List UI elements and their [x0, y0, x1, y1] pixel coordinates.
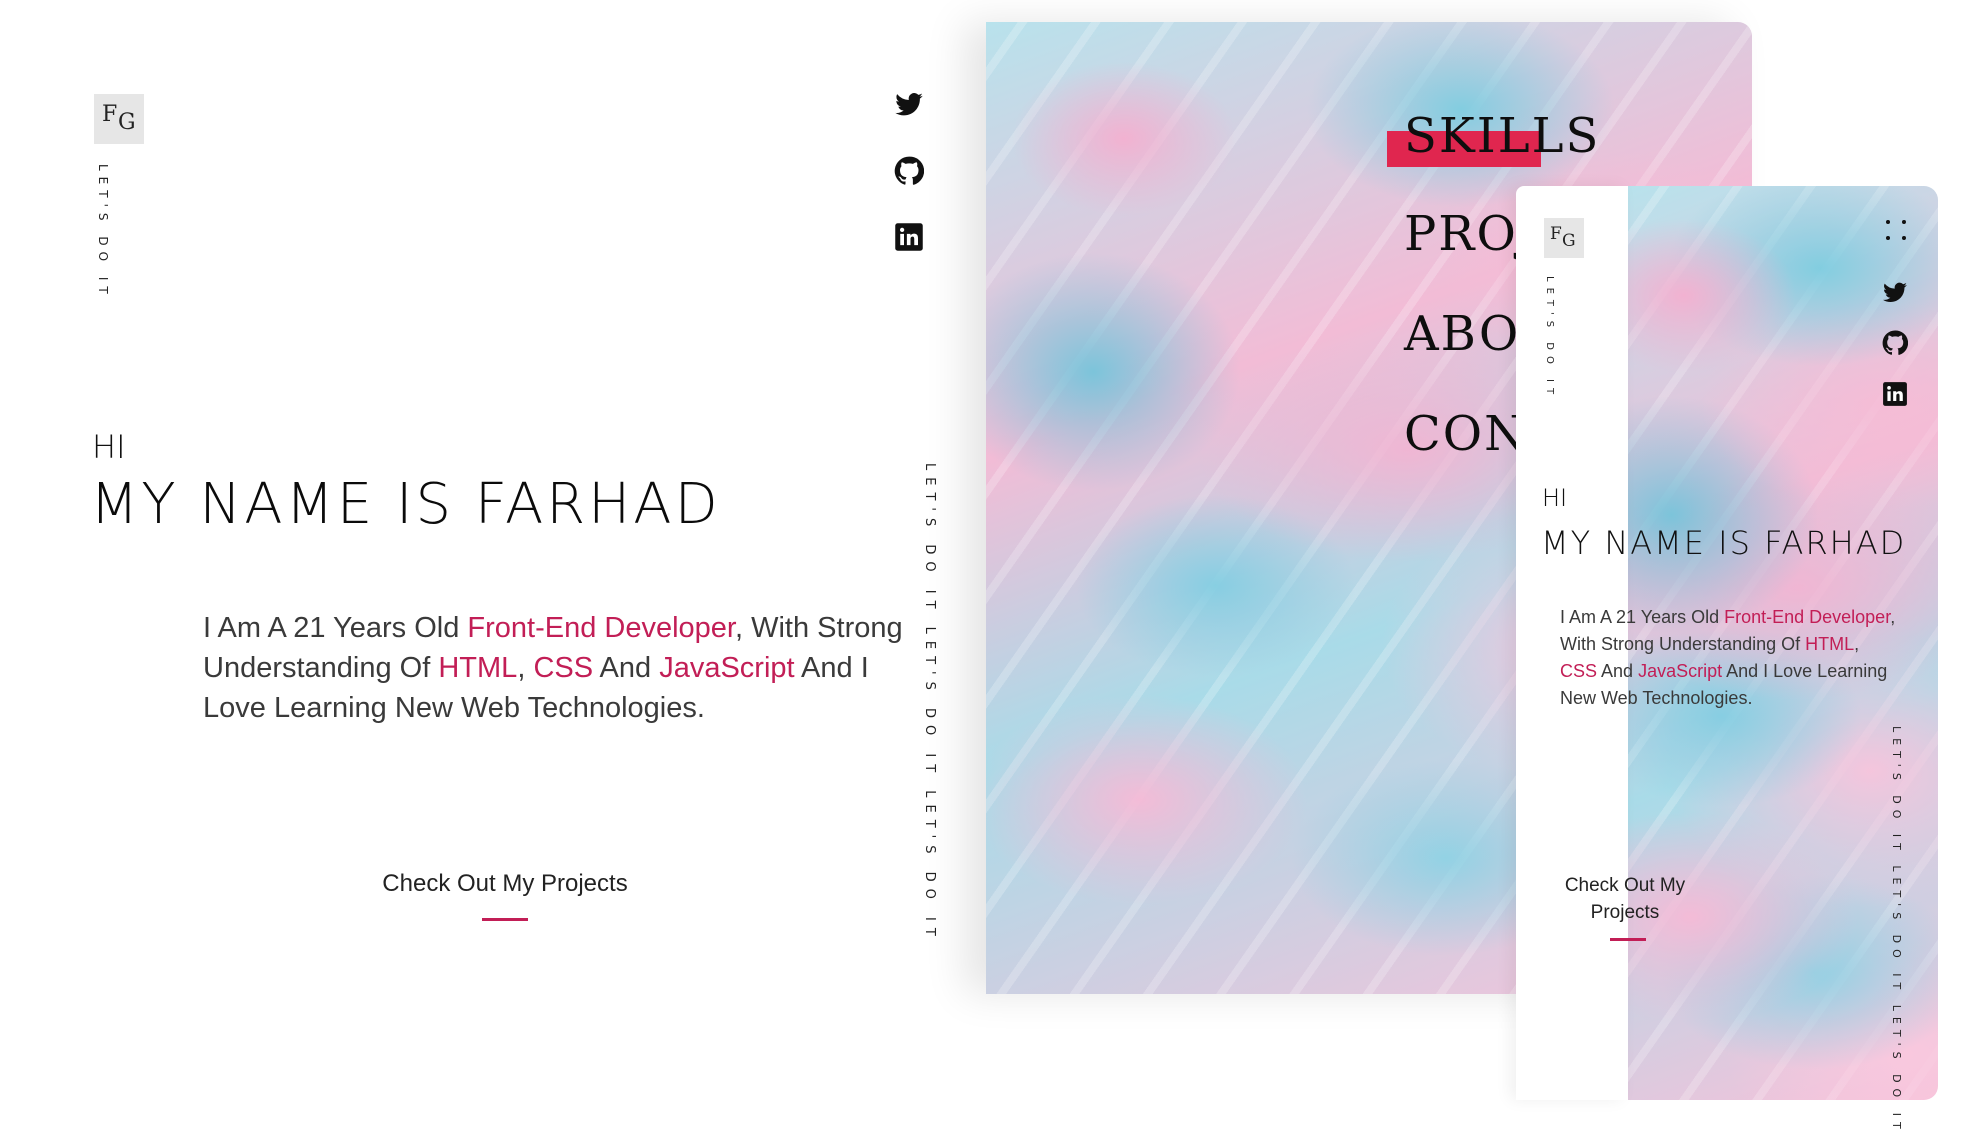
phone-side-marquee: LET'S DO IT LET'S DO IT LET'S DO IT	[1890, 726, 1903, 1135]
css-highlight: CSS	[533, 652, 594, 684]
phone-cta-line1: Check Out My	[1564, 875, 1686, 896]
phone-greeting: HI	[1542, 484, 1568, 512]
cta-underline	[482, 918, 528, 921]
twitter-icon[interactable]	[894, 90, 924, 120]
role-highlight: Front-End Developer	[1724, 607, 1891, 627]
phone-hero-title: MY NAME IS FARHAD	[1541, 524, 1907, 562]
intro-text: And	[1597, 661, 1639, 681]
side-marquee: LET'S DO IT LET'S DO IT LET'S DO IT	[922, 463, 937, 943]
logo-letter-g: G	[1562, 231, 1576, 251]
logo-letter-f: F	[102, 102, 118, 127]
projects-link[interactable]: Check Out My Projects	[340, 870, 670, 898]
github-icon[interactable]	[894, 156, 925, 186]
phone-cta-underline	[1610, 938, 1646, 941]
html-highlight: HTML	[438, 652, 518, 684]
role-highlight: Front-End Developer	[467, 612, 735, 644]
linkedin-icon[interactable]	[894, 222, 924, 252]
phone-projects-link[interactable]: Check Out My Projects	[1550, 872, 1700, 926]
phone-cta-line2: Projects	[1590, 902, 1660, 923]
greeting: HI	[92, 428, 126, 466]
logo-letter-f: F	[1550, 224, 1562, 244]
tagline-vertical: LET'S DO IT	[96, 164, 110, 300]
phone-twitter-icon[interactable]	[1882, 280, 1908, 306]
logo[interactable]: F G	[94, 94, 144, 144]
css-highlight: CSS	[1560, 661, 1598, 681]
phone-intro-paragraph: I Am A 21 Years Old Front-End Developer,…	[1560, 604, 1900, 712]
hero-title: MY NAME IS FARHAD	[90, 472, 721, 537]
intro-text: I Am A 21 Years Old	[203, 612, 468, 644]
intro-text: ,	[517, 652, 534, 684]
javascript-highlight: JavaScript	[659, 652, 795, 684]
phone-tagline: LET'S DO IT	[1544, 276, 1555, 401]
intro-text: ,	[1854, 634, 1860, 654]
intro-text: And	[593, 652, 660, 684]
phone-linkedin-icon[interactable]	[1882, 381, 1908, 407]
intro-text: I Am A 21 Years Old	[1560, 607, 1725, 627]
phone-github-icon[interactable]	[1882, 330, 1909, 356]
phone-logo[interactable]: F G	[1544, 218, 1584, 258]
menu-item-skills[interactable]: SKILLS	[1404, 108, 1600, 164]
intro-paragraph: I Am A 21 Years Old Front-End Developer,…	[203, 608, 903, 728]
menu-dots-icon[interactable]	[1884, 218, 1908, 242]
html-highlight: HTML	[1805, 634, 1855, 654]
logo-letter-g: G	[118, 110, 136, 135]
javascript-highlight: JavaScript	[1638, 661, 1723, 681]
